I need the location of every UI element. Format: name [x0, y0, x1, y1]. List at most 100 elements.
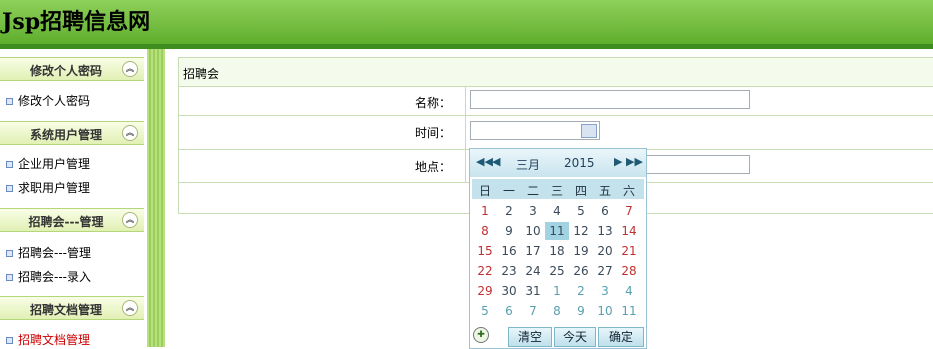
year-selector[interactable]: 2015: [564, 156, 595, 170]
clear-button[interactable]: 清空: [508, 327, 552, 347]
calendar-day[interactable]: 2: [569, 282, 593, 300]
calendar-day[interactable]: 15: [473, 242, 497, 260]
sidebar-item-company-users[interactable]: 企业用户管理: [6, 155, 90, 172]
sidebar-section-documents[interactable]: 招聘文档管理 ︽: [0, 296, 144, 320]
calendar-day[interactable]: 8: [545, 302, 569, 320]
sidebar-item-documents[interactable]: 招聘文档管理: [6, 331, 90, 348]
calendar-day[interactable]: 22: [473, 262, 497, 280]
calendar-day[interactable]: 31: [521, 282, 545, 300]
sidebar-splitter[interactable]: [147, 49, 165, 347]
bullet-icon: [6, 161, 13, 168]
bullet-icon: [6, 98, 13, 105]
calendar-day[interactable]: 26: [569, 262, 593, 280]
weekday-header: 日一二三四五六: [472, 179, 644, 199]
sidebar-item-job-fair-manage[interactable]: 招聘会---管理: [6, 244, 91, 261]
today-button[interactable]: 今天: [554, 327, 596, 347]
sidebar-section-password[interactable]: 修改个人密码 ︽: [0, 57, 144, 81]
calendar-day[interactable]: 7: [617, 202, 641, 220]
sidebar-section-title: 招聘会---管理: [28, 215, 104, 229]
calendar-day[interactable]: 24: [521, 262, 545, 280]
calendar-day[interactable]: 2: [497, 202, 521, 220]
calendar-day[interactable]: 30: [497, 282, 521, 300]
bullet-icon: [6, 337, 13, 344]
calendar-day[interactable]: 5: [473, 302, 497, 320]
bullet-icon: [6, 274, 13, 281]
form-row-name: 名称：: [179, 87, 933, 116]
sidebar-section-job-fair[interactable]: 招聘会---管理 ︽: [0, 208, 144, 232]
calendar-day[interactable]: 11: [617, 302, 641, 320]
calendar-day[interactable]: 4: [545, 202, 569, 220]
name-input[interactable]: [470, 90, 750, 109]
calendar-day[interactable]: 3: [521, 202, 545, 220]
prev-year-icon[interactable]: ◀◀: [476, 155, 493, 168]
sidebar-item-label: 求职用户管理: [18, 181, 91, 195]
sidebar-item-label: 招聘会---录入: [18, 270, 91, 284]
sidebar-item-job-fair-entry[interactable]: 招聘会---录入: [6, 268, 91, 285]
form-title: 招聘会: [183, 67, 220, 81]
sidebar-item-label: 招聘会---管理: [18, 246, 91, 260]
calendar-day[interactable]: 4: [617, 282, 641, 300]
calendar-day[interactable]: 11: [545, 222, 569, 240]
sidebar-section-system-users[interactable]: 系统用户管理 ︽: [0, 121, 144, 145]
calendar-day[interactable]: 17: [521, 242, 545, 260]
calendar-day[interactable]: 16: [497, 242, 521, 260]
time-cell: [465, 116, 933, 149]
calendar-day[interactable]: 8: [473, 222, 497, 240]
sidebar: 修改个人密码 ︽ 修改个人密码 系统用户管理 ︽ 企业用户管理 求职用户管理 招…: [0, 49, 147, 347]
bullet-icon: [6, 185, 13, 192]
month-selector[interactable]: 三月: [516, 156, 540, 173]
ok-button[interactable]: 确定: [598, 327, 644, 347]
calendar-day[interactable]: 9: [569, 302, 593, 320]
time-label: 时间：: [414, 126, 451, 140]
calendar-day[interactable]: 18: [545, 242, 569, 260]
calendar-day[interactable]: 25: [545, 262, 569, 280]
sidebar-section-title: 招聘文档管理: [29, 303, 102, 317]
collapse-up-icon[interactable]: ︽: [122, 300, 138, 316]
clock-icon[interactable]: ✚: [473, 327, 489, 343]
calendar-day[interactable]: 14: [617, 222, 641, 240]
calendar-day[interactable]: 13: [593, 222, 617, 240]
form-header: 招聘会: [179, 58, 933, 87]
calendar-day[interactable]: 19: [569, 242, 593, 260]
calendar-day[interactable]: 12: [569, 222, 593, 240]
sidebar-section-title: 系统用户管理: [29, 128, 102, 142]
date-picker-header: ◀◀ ◀ 三月 2015 ▶ ▶▶: [470, 149, 646, 177]
sidebar-item-change-password[interactable]: 修改个人密码: [6, 92, 90, 109]
calendar-day[interactable]: 27: [593, 262, 617, 280]
next-month-icon[interactable]: ▶: [614, 155, 622, 168]
calendar-day[interactable]: 7: [521, 302, 545, 320]
collapse-up-icon[interactable]: ︽: [122, 125, 138, 141]
date-picker-footer: ✚ 清空 今天 确定: [470, 327, 646, 348]
calendar-day[interactable]: 3: [593, 282, 617, 300]
sidebar-item-label: 招聘文档管理: [18, 333, 91, 347]
prev-month-icon[interactable]: ◀: [492, 155, 500, 168]
calendar-day[interactable]: 10: [521, 222, 545, 240]
sidebar-item-label: 修改个人密码: [18, 94, 91, 108]
sidebar-item-jobseeker-users[interactable]: 求职用户管理: [6, 179, 90, 196]
weekday-label: 五: [598, 184, 611, 198]
sidebar-item-label: 企业用户管理: [18, 157, 91, 171]
calendar-day[interactable]: 28: [617, 262, 641, 280]
calendar-day[interactable]: 21: [617, 242, 641, 260]
place-label: 地点：: [414, 160, 451, 174]
weekday-label: 三: [550, 184, 563, 198]
time-input[interactable]: [470, 121, 600, 140]
calendar-day[interactable]: 29: [473, 282, 497, 300]
calendar-day[interactable]: 23: [497, 262, 521, 280]
header-bar: Jsp招聘信息网: [0, 0, 933, 44]
calendar-day[interactable]: 9: [497, 222, 521, 240]
collapse-up-icon[interactable]: ︽: [122, 61, 138, 77]
site-title: Jsp招聘信息网: [2, 9, 151, 35]
collapse-up-icon[interactable]: ︽: [122, 212, 138, 228]
sidebar-section-title: 修改个人密码: [29, 64, 102, 78]
calendar-day[interactable]: 10: [593, 302, 617, 320]
calendar-day[interactable]: 6: [593, 202, 617, 220]
next-year-icon[interactable]: ▶▶: [626, 155, 643, 168]
calendar-day[interactable]: 1: [473, 202, 497, 220]
calendar-day[interactable]: 20: [593, 242, 617, 260]
weekday-label: 日: [478, 184, 491, 198]
calendar-icon[interactable]: [581, 124, 597, 138]
calendar-day[interactable]: 6: [497, 302, 521, 320]
calendar-day[interactable]: 5: [569, 202, 593, 220]
calendar-day[interactable]: 1: [545, 282, 569, 300]
